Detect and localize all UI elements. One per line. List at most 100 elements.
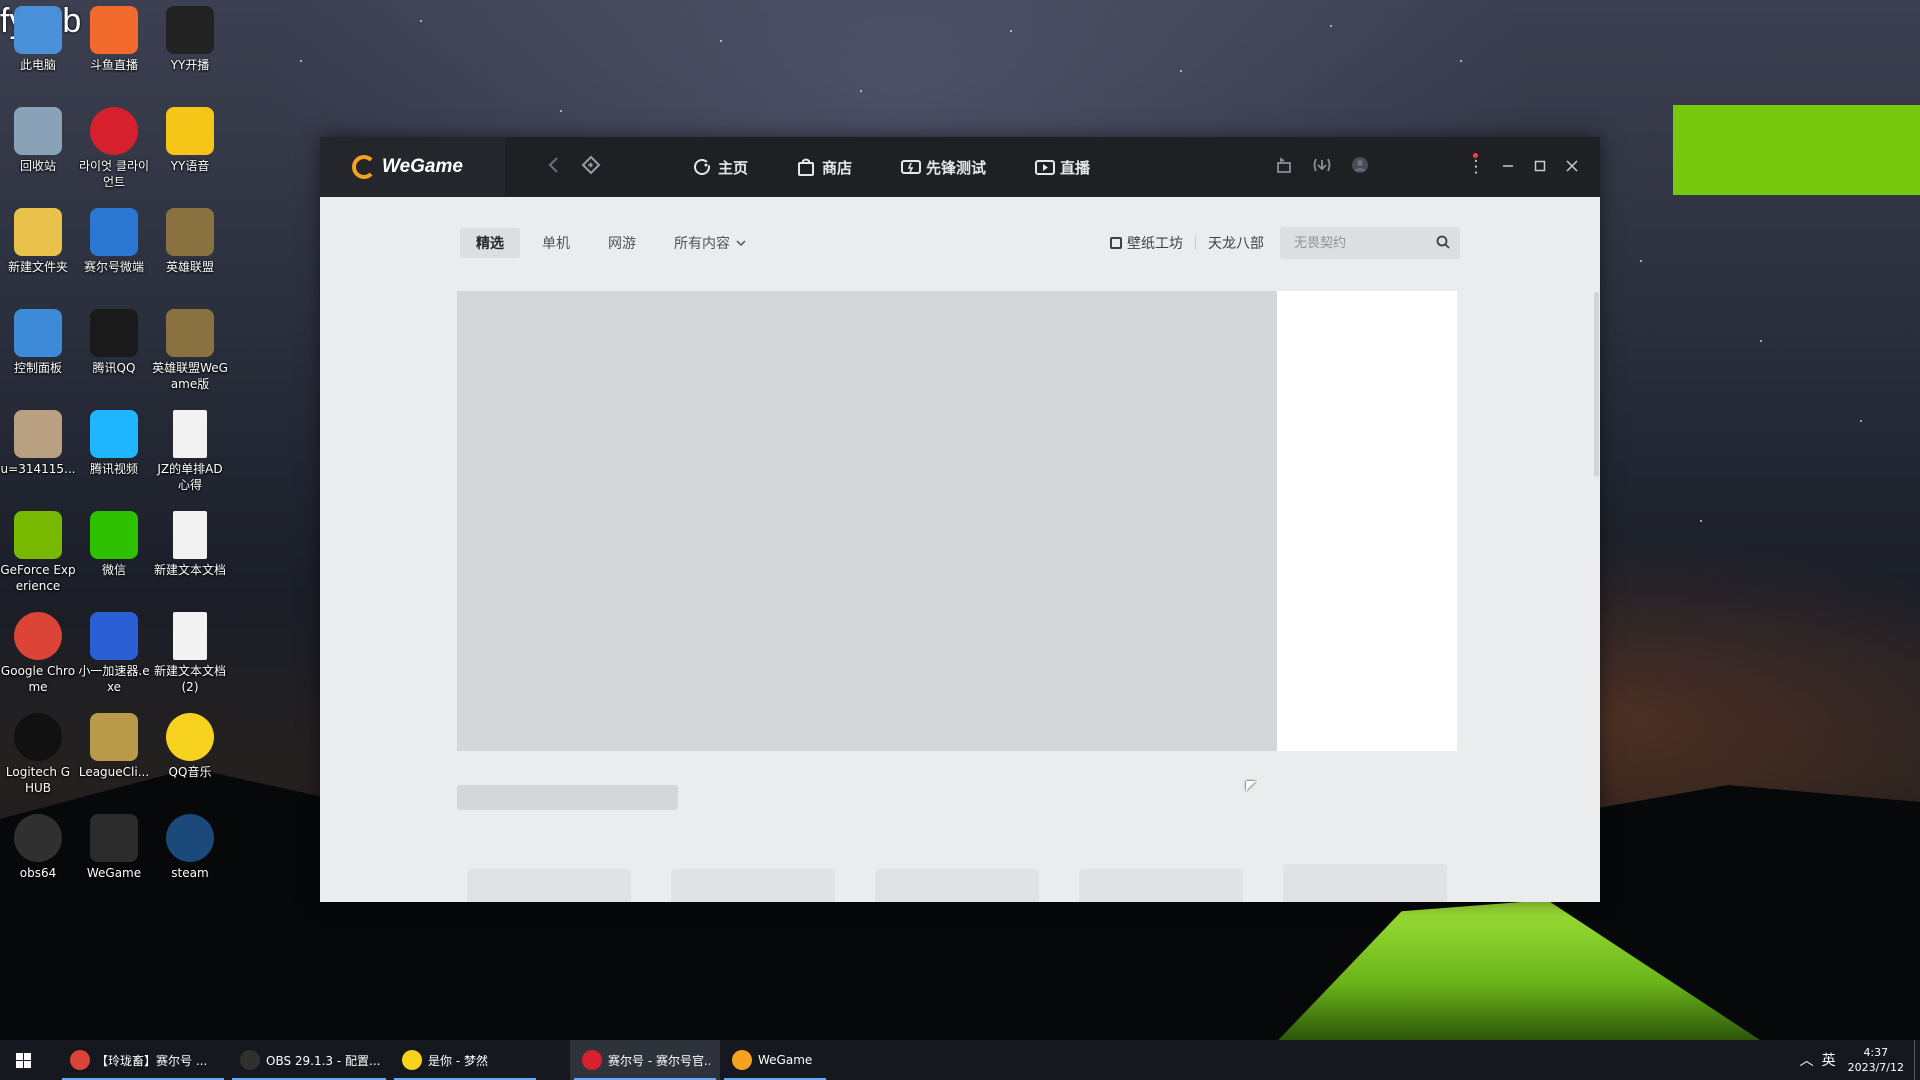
accelerator-icon [90, 612, 138, 660]
desktop-icon[interactable]: 微信 [76, 511, 152, 578]
desktop-icon[interactable]: WeGame [76, 814, 152, 881]
taskbar-item[interactable]: 【玲珑畜】赛尔号 ... [58, 1040, 228, 1080]
desktop-icon-label: YY语音 [170, 159, 210, 173]
close-icon[interactable] [1560, 155, 1584, 179]
douyu-icon [90, 6, 138, 54]
desktop-icon-label: 回收站 [19, 159, 56, 173]
desktop-icon[interactable]: YY语音 [152, 107, 228, 174]
download-icon[interactable] [1310, 155, 1334, 179]
folder-icon [14, 208, 62, 256]
tianlong-link[interactable]: 天龙八部 [1208, 233, 1264, 253]
desktop-icon-label: 斗鱼直播 [89, 58, 138, 72]
seer-icon [582, 1050, 602, 1070]
gift-icon[interactable] [1272, 155, 1296, 179]
desktop-icon[interactable]: 小一加速器.exe [76, 612, 152, 695]
featured-banner-placeholder[interactable] [457, 291, 1277, 751]
wegame-logo-text: WeGame [382, 156, 463, 177]
show-desktop-button[interactable] [1914, 1040, 1920, 1080]
desktop-icon[interactable]: 라이엇 클라이언트 [76, 107, 152, 190]
wegame-window: WeGame 主页 商店 先锋测试 直播 ⋮ 精选 单机 网游 所有内容 壁纸工… [320, 137, 1600, 902]
clock-date: 2023/7/12 [1847, 1061, 1904, 1074]
wegame-logo[interactable]: WeGame [320, 137, 505, 197]
taskbar-item-label: 是你 - 梦然 [428, 1053, 488, 1068]
desktop-icon[interactable]: u=314115... [0, 410, 76, 477]
desktop-icon[interactable]: 英雄联盟WeGame版 [152, 309, 228, 392]
desktop-icon-label: WeGame [86, 866, 142, 880]
search-input[interactable] [1294, 235, 1436, 251]
subtab-all-content[interactable]: 所有内容 [658, 228, 762, 258]
maximize-icon[interactable] [1528, 155, 1552, 179]
subtab-online[interactable]: 网游 [592, 228, 652, 258]
store-icon [796, 157, 816, 177]
live-icon [1034, 157, 1056, 177]
desktop-icon[interactable]: YY开播 [152, 6, 228, 73]
wechat-icon [90, 511, 138, 559]
search-box [1280, 227, 1460, 259]
lol-icon [166, 208, 214, 256]
tab-home[interactable]: 主页 [692, 137, 748, 197]
clock[interactable]: 4:37 2023/7/12 [1848, 1045, 1904, 1075]
desktop-icon[interactable]: Google Chrome [0, 612, 76, 695]
section-title-placeholder [457, 785, 678, 810]
game-card-placeholder[interactable] [875, 869, 1039, 902]
riot-client-icon [90, 107, 138, 155]
desktop-icon[interactable]: 斗鱼直播 [76, 6, 152, 73]
desktop-icon[interactable]: obs64 [0, 814, 76, 881]
chrome-icon [14, 612, 62, 660]
desktop-icon[interactable]: 赛尔号微端 [76, 208, 152, 275]
main-tabs: 主页 商店 先锋测试 直播 [692, 137, 1138, 197]
quick-links: 壁纸工坊 天龙八部 [1110, 228, 1264, 258]
desktop-icon[interactable]: GeForce Experience [0, 511, 76, 594]
more-menu-icon[interactable]: ⋮ [1464, 155, 1488, 179]
qq-music-icon [166, 713, 214, 761]
desktop-icon[interactable]: 回收站 [0, 107, 76, 174]
tab-pioneer-test[interactable]: 先锋测试 [900, 137, 986, 197]
subtab-featured[interactable]: 精选 [460, 228, 520, 258]
desktop-icon-label: JZ的单排AD心得 [157, 462, 223, 492]
mouse-cursor [1246, 781, 1256, 791]
taskbar-item[interactable]: 是你 - 梦然 [390, 1040, 540, 1080]
minimize-icon[interactable] [1496, 155, 1520, 179]
desktop-icon[interactable]: 新建文件夹 [0, 208, 76, 275]
game-card-placeholder[interactable] [467, 869, 631, 902]
desktop-icon[interactable]: 腾讯视频 [76, 410, 152, 477]
taskbar-item[interactable]: OBS 29.1.3 - 配置... [228, 1040, 390, 1080]
desktop-icon[interactable]: 腾讯QQ [76, 309, 152, 376]
desktop-icon[interactable]: JZ的单排AD心得 [152, 410, 228, 493]
subtab-single-player[interactable]: 单机 [526, 228, 586, 258]
qq-music-icon [402, 1050, 422, 1070]
nvidia-icon [14, 511, 62, 559]
ime-indicator[interactable]: 英 [1822, 1050, 1836, 1070]
desktop-icon[interactable]: Logitech G HUB [0, 713, 76, 796]
avatar[interactable] [1348, 155, 1372, 179]
desktop-icon[interactable]: 控制面板 [0, 309, 76, 376]
desktop-icon[interactable]: 新建文本文档 [152, 511, 228, 578]
desktop-icon[interactable]: 英雄联盟 [152, 208, 228, 275]
desktop-icon[interactable]: 此电脑 [0, 6, 76, 73]
search-icon[interactable] [1436, 234, 1450, 253]
desktop-icon[interactable]: 新建文本文档 (2) [152, 612, 228, 695]
wegame-icon [90, 814, 138, 862]
desktop-icon[interactable]: steam [152, 814, 228, 881]
scrollbar[interactable] [1594, 292, 1599, 477]
refresh-diamond-icon[interactable] [579, 155, 603, 179]
desktop-icon[interactable]: LeagueCli... [76, 713, 152, 780]
desktop-icon[interactable]: QQ音乐 [152, 713, 228, 780]
taskbar-item[interactable]: 赛尔号 - 赛尔号官... [570, 1040, 720, 1080]
game-card-placeholder[interactable] [1079, 869, 1243, 902]
game-card-placeholder[interactable] [1283, 864, 1447, 902]
qq-icon [90, 309, 138, 357]
back-icon[interactable] [542, 155, 566, 179]
desktop-icon-label: 微信 [101, 563, 126, 577]
green-overlay-window[interactable] [1673, 105, 1920, 195]
seer-icon [90, 208, 138, 256]
wallpaper-workshop-link[interactable]: 壁纸工坊 [1127, 233, 1183, 253]
taskbar-item[interactable]: WeGame [720, 1040, 830, 1080]
tab-live[interactable]: 直播 [1034, 137, 1090, 197]
game-card-placeholder[interactable] [671, 869, 835, 902]
text-file-icon [173, 410, 207, 458]
start-button[interactable] [0, 1040, 46, 1080]
tab-store[interactable]: 商店 [796, 137, 852, 197]
text-file-icon [173, 511, 207, 559]
chevron-up-icon[interactable]: ︿ [1800, 1050, 1814, 1070]
